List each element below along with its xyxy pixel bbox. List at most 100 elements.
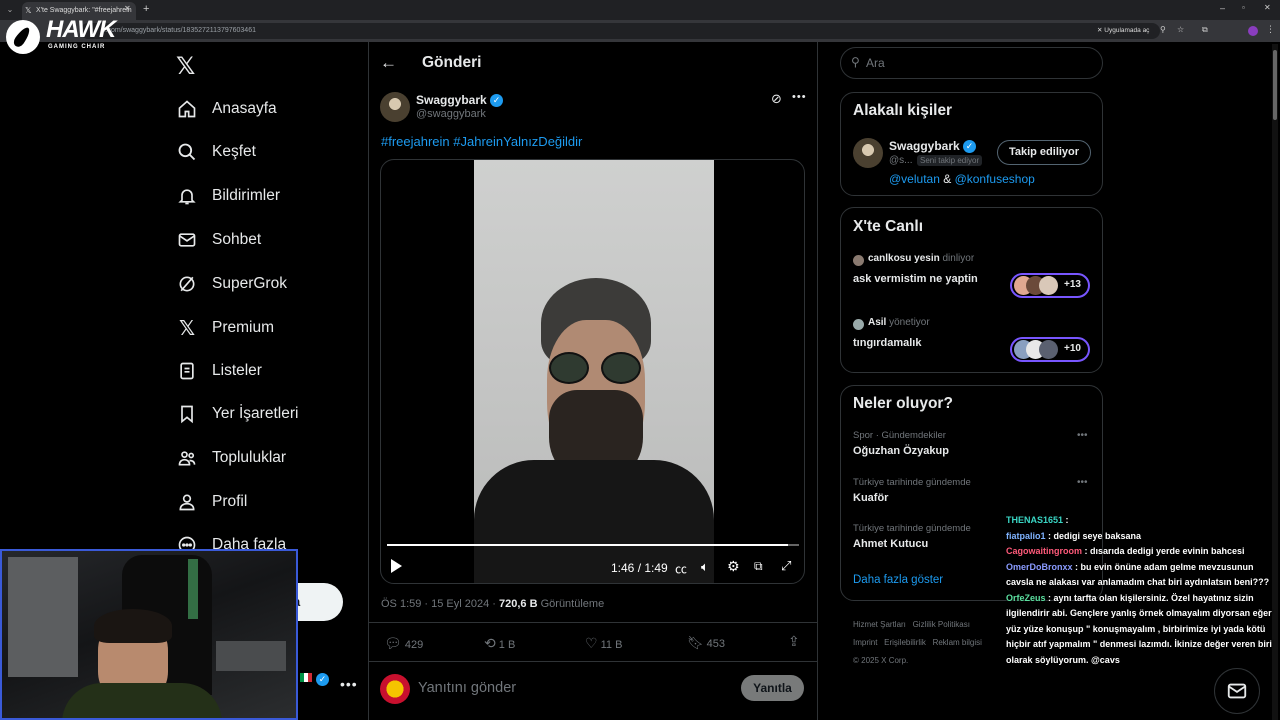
zoom-icon[interactable]: ⚲ bbox=[1160, 25, 1166, 34]
video-progress-fill bbox=[387, 544, 788, 546]
trend-more-icon[interactable]: ••• bbox=[1077, 430, 1088, 441]
relevant-avatar[interactable] bbox=[853, 138, 883, 168]
messages-drawer-button[interactable] bbox=[1214, 668, 1260, 714]
show-more-link[interactable]: Daha fazla göster bbox=[853, 574, 943, 586]
nav-bookmarks[interactable]: Yer İşaretleri bbox=[176, 400, 298, 428]
captions-icon[interactable]: ㏄ bbox=[675, 560, 687, 577]
person-icon bbox=[176, 491, 198, 513]
maximize-icon[interactable]: ▫ bbox=[1242, 3, 1245, 12]
webcam-streamer-hair bbox=[94, 609, 172, 643]
nav-profile[interactable]: Profil bbox=[176, 488, 247, 516]
trend-more-icon[interactable]: ••• bbox=[1077, 477, 1088, 488]
live-title-text: ask vermistim ne yaptin bbox=[853, 273, 978, 285]
mail-icon bbox=[176, 229, 198, 251]
live-listeners-1[interactable]: +10 bbox=[1010, 337, 1090, 362]
reply-button[interactable]: Yanıtla bbox=[741, 675, 804, 701]
views-count: 720,6 B bbox=[499, 598, 538, 610]
close-window-icon[interactable]: ✕ bbox=[1264, 3, 1271, 12]
reply-input[interactable]: Yanıtını gönder bbox=[418, 680, 718, 696]
chat-username: OrfeZeus bbox=[1006, 592, 1046, 603]
browser-tab-bar bbox=[0, 0, 1280, 20]
tab-title: X'te Swaggybark: "#freejahrein bbox=[36, 7, 132, 14]
account-flag-icon bbox=[300, 673, 312, 682]
open-in-app-button[interactable]: ✕ Uygulamada aç bbox=[1092, 25, 1155, 37]
close-tab-icon[interactable]: ✕ bbox=[124, 4, 131, 13]
profile-avatar[interactable] bbox=[1248, 26, 1258, 36]
page-title: Gönderi bbox=[422, 54, 482, 71]
chat-text: olarak söylüyorum. @cavs bbox=[1006, 654, 1120, 665]
author-avatar[interactable] bbox=[380, 92, 410, 122]
author-handle[interactable]: @swaggybark bbox=[416, 108, 486, 120]
trend-item[interactable]: Türkiye tarihinde gündemde Ahmet Kutucu bbox=[853, 523, 1003, 559]
url-field[interactable]: x.com/swaggybark/status/1835272113797603… bbox=[80, 23, 1160, 39]
chat-username: OmerDoBronxx bbox=[1006, 561, 1073, 572]
hawk-logo: HAWK GAMING CHAIR bbox=[4, 16, 116, 54]
hawk-brand-sub: GAMING CHAIR bbox=[48, 44, 106, 50]
chat-text: : bbox=[1063, 515, 1069, 525]
chat-text: : aynı tarfta olan kişilersiniz. Özel ha… bbox=[1045, 592, 1254, 603]
pip-icon[interactable]: ⧉ bbox=[754, 559, 763, 574]
post-more-icon[interactable]: ••• bbox=[792, 91, 807, 103]
volume-icon[interactable]: 🔈︎ bbox=[701, 559, 709, 575]
author-name[interactable]: Swaggybark ✓ bbox=[416, 93, 504, 108]
webcam-chair-accent bbox=[188, 559, 198, 619]
bookmark-action-icon: 🔖︎ bbox=[687, 635, 704, 650]
chat-username: THENAS1651 bbox=[1006, 515, 1064, 525]
x-premium-icon: 𝕏 bbox=[178, 317, 196, 340]
nav-explore[interactable]: Keşfet bbox=[176, 138, 256, 166]
scrollbar-thumb[interactable] bbox=[1273, 50, 1277, 120]
chat-text: : dedigi seye baksana bbox=[1045, 530, 1142, 541]
search-input[interactable]: ⚲ Ara bbox=[840, 47, 1103, 79]
views-label: Görüntüleme bbox=[537, 598, 605, 610]
live-listeners-0[interactable]: +13 bbox=[1010, 273, 1090, 298]
live-host-avatar bbox=[853, 319, 864, 330]
nav-supergrok[interactable]: SuperGrok bbox=[176, 270, 287, 298]
chat-message: Cagowaitingroom : dısarıda dedigi yerde … bbox=[1006, 544, 1278, 560]
copyright: © 2025 X Corp. bbox=[853, 656, 909, 665]
settings-gear-icon[interactable]: ⚙ bbox=[727, 558, 740, 575]
video-time: 1:46 / 1:49 bbox=[611, 561, 668, 575]
tab-list-button[interactable]: ⌄ bbox=[4, 4, 16, 16]
chat-text: ilgilendirir abi. Gençlere yanlış örnek … bbox=[1006, 608, 1272, 618]
nav-notifications[interactable]: Bildirimler bbox=[176, 182, 280, 210]
fullscreen-icon[interactable]: ⤢ bbox=[781, 558, 791, 574]
nav-communities[interactable]: Topluluklar bbox=[176, 444, 286, 472]
following-button[interactable]: Takip ediliyor bbox=[997, 140, 1091, 165]
list-icon bbox=[176, 360, 198, 382]
back-arrow-icon[interactable]: ← bbox=[380, 53, 397, 73]
relevant-name[interactable]: Swaggybark ✓ bbox=[889, 139, 977, 154]
video-player[interactable]: 1:46 / 1:49 ㏄ 🔈︎ ⚙ ⧉ ⤢ bbox=[380, 159, 805, 584]
chat-message: OmerDoBronxx : bu evin önüne adam gelme … bbox=[1006, 560, 1278, 576]
nav-home[interactable]: Anasayfa bbox=[176, 95, 277, 123]
browser-menu-icon[interactable]: ⋮ bbox=[1266, 24, 1275, 35]
bookmark-star-icon[interactable]: ☆ bbox=[1177, 25, 1184, 34]
chat-text: cavsla ne alakası var anlamadım chat bir… bbox=[1006, 577, 1270, 587]
account-more-icon[interactable]: ••• bbox=[340, 676, 358, 692]
extensions-icon[interactable]: ⧉ bbox=[1202, 25, 1208, 35]
like-action[interactable]: ♡ 11 B bbox=[585, 635, 622, 652]
repost-action[interactable]: ⟲ 1 B bbox=[484, 635, 515, 652]
verified-badge-icon: ✓ bbox=[490, 94, 504, 108]
x-logo-icon[interactable]: 𝕏 bbox=[176, 52, 195, 81]
chat-message: THENAS1651 : bbox=[1006, 513, 1278, 529]
live-host-avatar bbox=[853, 255, 864, 266]
video-progress-track[interactable] bbox=[387, 544, 799, 546]
nav-premium[interactable]: 𝕏 Premium bbox=[176, 314, 274, 342]
chat-messages: THENAS1651 : fiatpalio1 : dedigi seye ba… bbox=[1006, 513, 1278, 668]
grok-explain-icon[interactable]: ⊘ bbox=[771, 91, 782, 107]
bookmark-action[interactable]: 🔖︎ 453 bbox=[687, 635, 725, 651]
trend-item[interactable]: Spor · Gündemdekiler Oğuzhan Özyakup ••• bbox=[853, 430, 1093, 466]
play-icon[interactable] bbox=[391, 559, 402, 573]
minimize-icon[interactable]: – bbox=[1220, 3, 1225, 13]
reply-action[interactable]: 💬︎ 429 bbox=[384, 635, 423, 652]
webcam-door bbox=[8, 557, 78, 677]
bell-icon bbox=[176, 185, 198, 207]
chat-text: : dısarıda dedigi yerde evinin bahcesi bbox=[1082, 546, 1245, 556]
share-icon[interactable]: ⇪ bbox=[788, 633, 800, 650]
new-tab-icon[interactable]: + bbox=[143, 3, 149, 15]
nav-lists[interactable]: Listeler bbox=[176, 357, 262, 385]
chat-clipped-line bbox=[1006, 498, 1278, 513]
live-title: X'te Canlı bbox=[853, 218, 924, 235]
nav-messages[interactable]: Sohbet bbox=[176, 226, 261, 254]
post-text[interactable]: #freejahrein #JahreinYalnızDeğildir bbox=[381, 134, 582, 149]
